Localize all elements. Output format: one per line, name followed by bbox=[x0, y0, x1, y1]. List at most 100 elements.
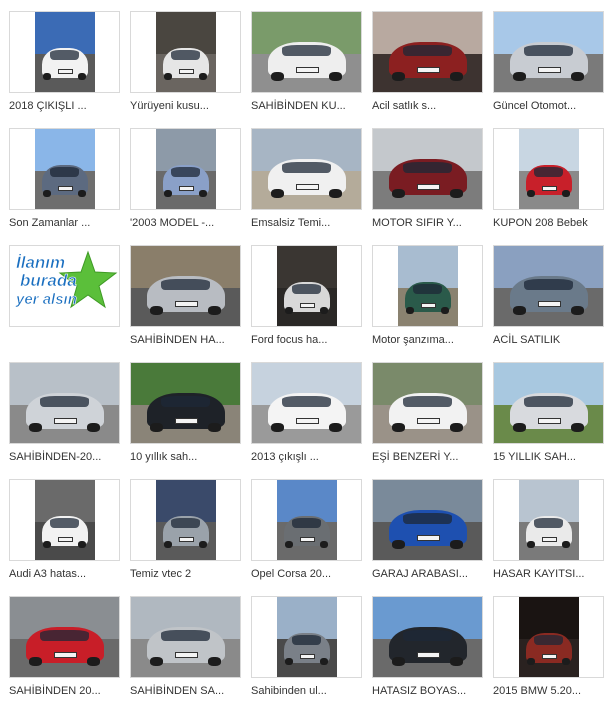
listing-card[interactable]: 10 yıllık sah... bbox=[130, 362, 241, 470]
listing-card[interactable]: SAHİBİNDEN-20... bbox=[9, 362, 120, 470]
listing-thumbnail[interactable] bbox=[372, 245, 483, 327]
listing-title[interactable]: ACİL SATILIK bbox=[493, 333, 604, 347]
listing-title[interactable]: SAHİBİNDEN HA... bbox=[130, 333, 241, 347]
listing-thumbnail[interactable] bbox=[372, 128, 483, 210]
windshield bbox=[533, 635, 564, 645]
listing-thumbnail[interactable] bbox=[9, 11, 120, 93]
listing-thumbnail[interactable] bbox=[493, 11, 604, 93]
listing-title[interactable]: Audi A3 hatas... bbox=[9, 567, 120, 581]
listing-thumbnail[interactable] bbox=[372, 479, 483, 561]
listing-card[interactable]: Temiz vtec 2 bbox=[130, 479, 241, 587]
listing-title[interactable]: 2015 BMW 5.20... bbox=[493, 684, 604, 698]
listing-thumbnail[interactable] bbox=[372, 362, 483, 444]
listing-thumbnail[interactable] bbox=[9, 362, 120, 444]
listing-card[interactable]: İlanım burada yer alsın bbox=[9, 245, 120, 353]
listing-title[interactable]: SAHİBİNDEN KU... bbox=[251, 99, 362, 113]
listing-title[interactable]: Emsalsiz Temi... bbox=[251, 216, 362, 230]
listing-card[interactable]: ACİL SATILIK bbox=[493, 245, 604, 353]
listing-thumbnail[interactable] bbox=[130, 596, 241, 678]
listing-card[interactable]: '2003 MODEL -... bbox=[130, 128, 241, 236]
listing-thumbnail[interactable] bbox=[251, 245, 362, 327]
listing-thumbnail[interactable] bbox=[130, 362, 241, 444]
listing-title[interactable]: Sahibinden ul... bbox=[251, 684, 362, 698]
listing-card[interactable]: Motor şanzıma... bbox=[372, 245, 483, 353]
listing-card[interactable]: Yürüyeni kusu... bbox=[130, 11, 241, 119]
listing-card[interactable]: Son Zamanlar ... bbox=[9, 128, 120, 236]
listing-title[interactable]: MOTOR SIFIR Y... bbox=[372, 216, 483, 230]
listing-title[interactable]: 2013 çıkışlı ... bbox=[251, 450, 362, 464]
listing-card[interactable]: SAHİBİNDEN 20... bbox=[9, 596, 120, 704]
promo-badge[interactable]: İlanım burada yer alsın bbox=[10, 246, 119, 326]
listing-title[interactable]: Opel Corsa 20... bbox=[251, 567, 362, 581]
listing-card[interactable]: 15 YILLIK SAH... bbox=[493, 362, 604, 470]
listing-thumbnail[interactable] bbox=[251, 11, 362, 93]
listing-card[interactable]: HASAR KAYITSI... bbox=[493, 479, 604, 587]
wheel bbox=[561, 658, 570, 666]
listing-thumbnail[interactable] bbox=[130, 479, 241, 561]
listing-title[interactable]: GARAJ ARABASI... bbox=[372, 567, 483, 581]
listing-title[interactable]: SAHİBİNDEN 20... bbox=[9, 684, 120, 698]
listing-card[interactable]: 2018 ÇIKIŞLI ... bbox=[9, 11, 120, 119]
listing-thumbnail[interactable] bbox=[493, 596, 604, 678]
listing-title[interactable]: SAHİBİNDEN SA... bbox=[130, 684, 241, 698]
license-plate bbox=[421, 302, 436, 308]
listing-card[interactable]: HATASIZ BOYAS... bbox=[372, 596, 483, 704]
listing-card[interactable]: SAHİBİNDEN KU... bbox=[251, 11, 362, 119]
listing-title[interactable]: HATASIZ BOYAS... bbox=[372, 684, 483, 698]
listing-thumbnail[interactable] bbox=[251, 362, 362, 444]
listing-card[interactable]: Sahibinden ul... bbox=[251, 596, 362, 704]
listing-thumbnail[interactable] bbox=[493, 479, 604, 561]
car-photo bbox=[155, 129, 216, 209]
listing-title[interactable]: Yürüyeni kusu... bbox=[130, 99, 241, 113]
listing-thumbnail[interactable] bbox=[251, 596, 362, 678]
listing-title[interactable]: Son Zamanlar ... bbox=[9, 216, 120, 230]
listing-title[interactable]: Temiz vtec 2 bbox=[130, 567, 241, 581]
listing-title[interactable]: 15 YILLIK SAH... bbox=[493, 450, 604, 464]
listing-card[interactable]: KUPON 208 Bebek bbox=[493, 128, 604, 236]
listing-title[interactable]: KUPON 208 Bebek bbox=[493, 216, 604, 230]
listing-card[interactable]: EŞİ BENZERİ Y... bbox=[372, 362, 483, 470]
wheel bbox=[319, 541, 328, 549]
listing-title[interactable]: Motor şanzıma... bbox=[372, 333, 483, 347]
car-photo bbox=[373, 363, 482, 443]
listing-thumbnail[interactable] bbox=[493, 128, 604, 210]
listing-thumbnail[interactable] bbox=[372, 596, 483, 678]
listing-card[interactable]: 2015 BMW 5.20... bbox=[493, 596, 604, 704]
listing-title[interactable]: '2003 MODEL -... bbox=[130, 216, 241, 230]
listing-thumbnail[interactable] bbox=[9, 596, 120, 678]
listing-card[interactable]: Opel Corsa 20... bbox=[251, 479, 362, 587]
listing-title[interactable]: EŞİ BENZERİ Y... bbox=[372, 450, 483, 464]
listing-card[interactable]: Emsalsiz Temi... bbox=[251, 128, 362, 236]
listing-thumbnail[interactable] bbox=[9, 128, 120, 210]
listing-title[interactable]: 2018 ÇIKIŞLI ... bbox=[9, 99, 120, 113]
listing-thumbnail[interactable] bbox=[251, 479, 362, 561]
listing-thumbnail[interactable] bbox=[372, 11, 483, 93]
listing-title[interactable]: SAHİBİNDEN-20... bbox=[9, 450, 120, 464]
listing-title[interactable]: HASAR KAYITSI... bbox=[493, 567, 604, 581]
car-photo bbox=[252, 129, 361, 209]
listing-grid: 2018 ÇIKIŞLI ... Yürüyeni kusu... SAHİBİND… bbox=[0, 0, 609, 702]
listing-card[interactable]: Audi A3 hatas... bbox=[9, 479, 120, 587]
listing-title[interactable]: Ford focus ha... bbox=[251, 333, 362, 347]
windshield bbox=[39, 629, 90, 642]
listing-card[interactable]: GARAJ ARABASI... bbox=[372, 479, 483, 587]
listing-title[interactable]: 10 yıllık sah... bbox=[130, 450, 241, 464]
listing-card[interactable]: SAHİBİNDEN SA... bbox=[130, 596, 241, 704]
listing-card[interactable]: Ford focus ha... bbox=[251, 245, 362, 353]
listing-title[interactable]: Güncel Otomot... bbox=[493, 99, 604, 113]
listing-card[interactable]: Acil satlık s... bbox=[372, 11, 483, 119]
listing-thumbnail[interactable] bbox=[251, 128, 362, 210]
listing-card[interactable]: MOTOR SIFIR Y... bbox=[372, 128, 483, 236]
listing-thumbnail[interactable] bbox=[130, 245, 241, 327]
car-image bbox=[267, 393, 346, 432]
listing-card[interactable]: SAHİBİNDEN HA... bbox=[130, 245, 241, 353]
listing-thumbnail[interactable]: İlanım burada yer alsın bbox=[9, 245, 120, 327]
listing-card[interactable]: Güncel Otomot... bbox=[493, 11, 604, 119]
listing-thumbnail[interactable] bbox=[493, 245, 604, 327]
listing-title[interactable]: Acil satlık s... bbox=[372, 99, 483, 113]
listing-thumbnail[interactable] bbox=[493, 362, 604, 444]
listing-card[interactable]: 2013 çıkışlı ... bbox=[251, 362, 362, 470]
listing-thumbnail[interactable] bbox=[130, 11, 241, 93]
listing-thumbnail[interactable] bbox=[9, 479, 120, 561]
listing-thumbnail[interactable] bbox=[130, 128, 241, 210]
